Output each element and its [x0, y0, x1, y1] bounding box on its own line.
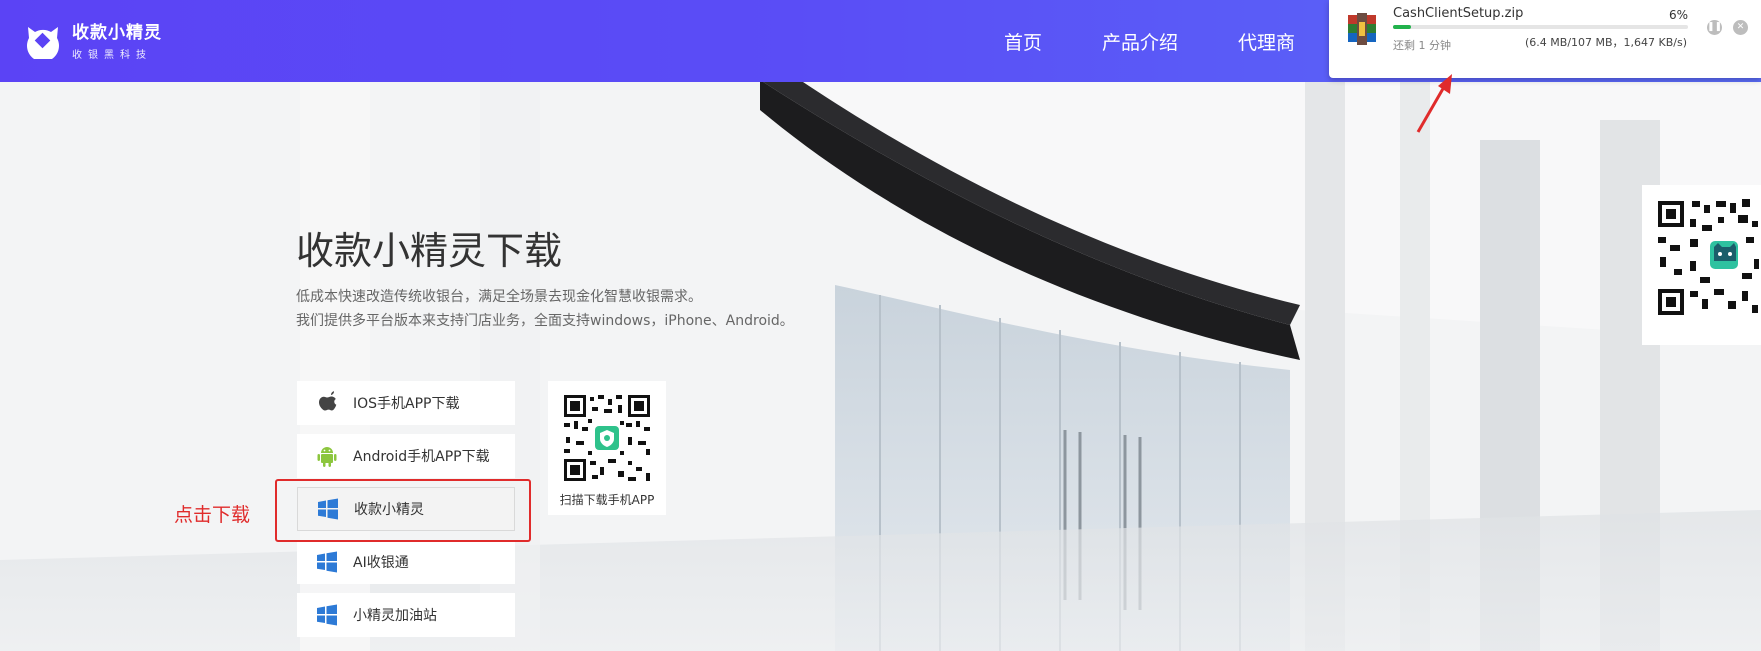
ai-cashier-download-button[interactable]: AI收银通: [297, 540, 515, 584]
side-qr-code-icon: [1642, 185, 1761, 325]
download-speed: (6.4 MB/107 MB，1,647 KB/s): [1525, 36, 1688, 49]
main-nav: 首页 产品介绍 代理商: [1004, 28, 1355, 55]
nav-agents[interactable]: 代理商: [1238, 28, 1295, 55]
windows-icon: [315, 550, 339, 574]
ios-download-label: IOS手机APP下载: [353, 396, 460, 412]
download-progress-bar: [1393, 25, 1688, 29]
ai-cashier-download-label: AI收银通: [353, 555, 409, 571]
winrar-archive-icon: [1345, 12, 1379, 46]
download-eta: 还剩 1 分钟: [1393, 39, 1451, 52]
nav-products[interactable]: 产品介绍: [1102, 28, 1178, 55]
description-line-1: 低成本快速改造传统收银台，满足全场景去现金化智慧收银需求。: [296, 289, 702, 305]
qr-caption: 扫描下载手机APP: [559, 493, 655, 507]
qr-code-icon: [562, 393, 652, 483]
highlight-box-annotation: [275, 479, 531, 542]
description-line-2: 我们提供多平台版本来支持门店业务，全面支持windows，iPhone、Andr…: [296, 313, 794, 329]
apple-icon: [315, 391, 339, 415]
download-percent: 6%: [1669, 8, 1689, 22]
brand-logo[interactable]: 收款小精灵 收银黑科技: [24, 18, 162, 62]
brand-name: 收款小精灵: [72, 23, 162, 43]
hero-background: [0, 80, 1761, 651]
close-icon[interactable]: ✕: [1733, 20, 1748, 35]
cat-logo-icon: [24, 21, 62, 62]
pause-icon[interactable]: ❚❚: [1707, 20, 1722, 35]
click-download-annotation: 点击下载: [174, 504, 251, 526]
download-filename[interactable]: CashClientSetup.zip: [1393, 6, 1523, 21]
app-qr-card: 扫描下载手机APP: [548, 381, 666, 515]
gas-station-download-label: 小精灵加油站: [353, 608, 437, 624]
page-title: 收款小精灵下载: [296, 229, 563, 273]
nav-home[interactable]: 首页: [1004, 28, 1042, 55]
download-progress-fill: [1393, 25, 1411, 29]
brand-subtitle: 收银黑科技: [72, 50, 152, 61]
windows-icon: [315, 603, 339, 627]
android-download-label: Android手机APP下载: [353, 449, 490, 465]
gas-station-download-button[interactable]: 小精灵加油站: [297, 593, 515, 637]
android-icon: [315, 444, 339, 468]
download-panel: CashClientSetup.zip 6% 还剩 1 分钟 (6.4 MB/1…: [1329, 0, 1761, 78]
red-arrow-annotation: [1416, 74, 1452, 133]
ios-download-button[interactable]: IOS手机APP下载: [297, 381, 515, 425]
android-download-button[interactable]: Android手机APP下载: [297, 434, 515, 478]
side-floating-qr: [1642, 185, 1761, 345]
